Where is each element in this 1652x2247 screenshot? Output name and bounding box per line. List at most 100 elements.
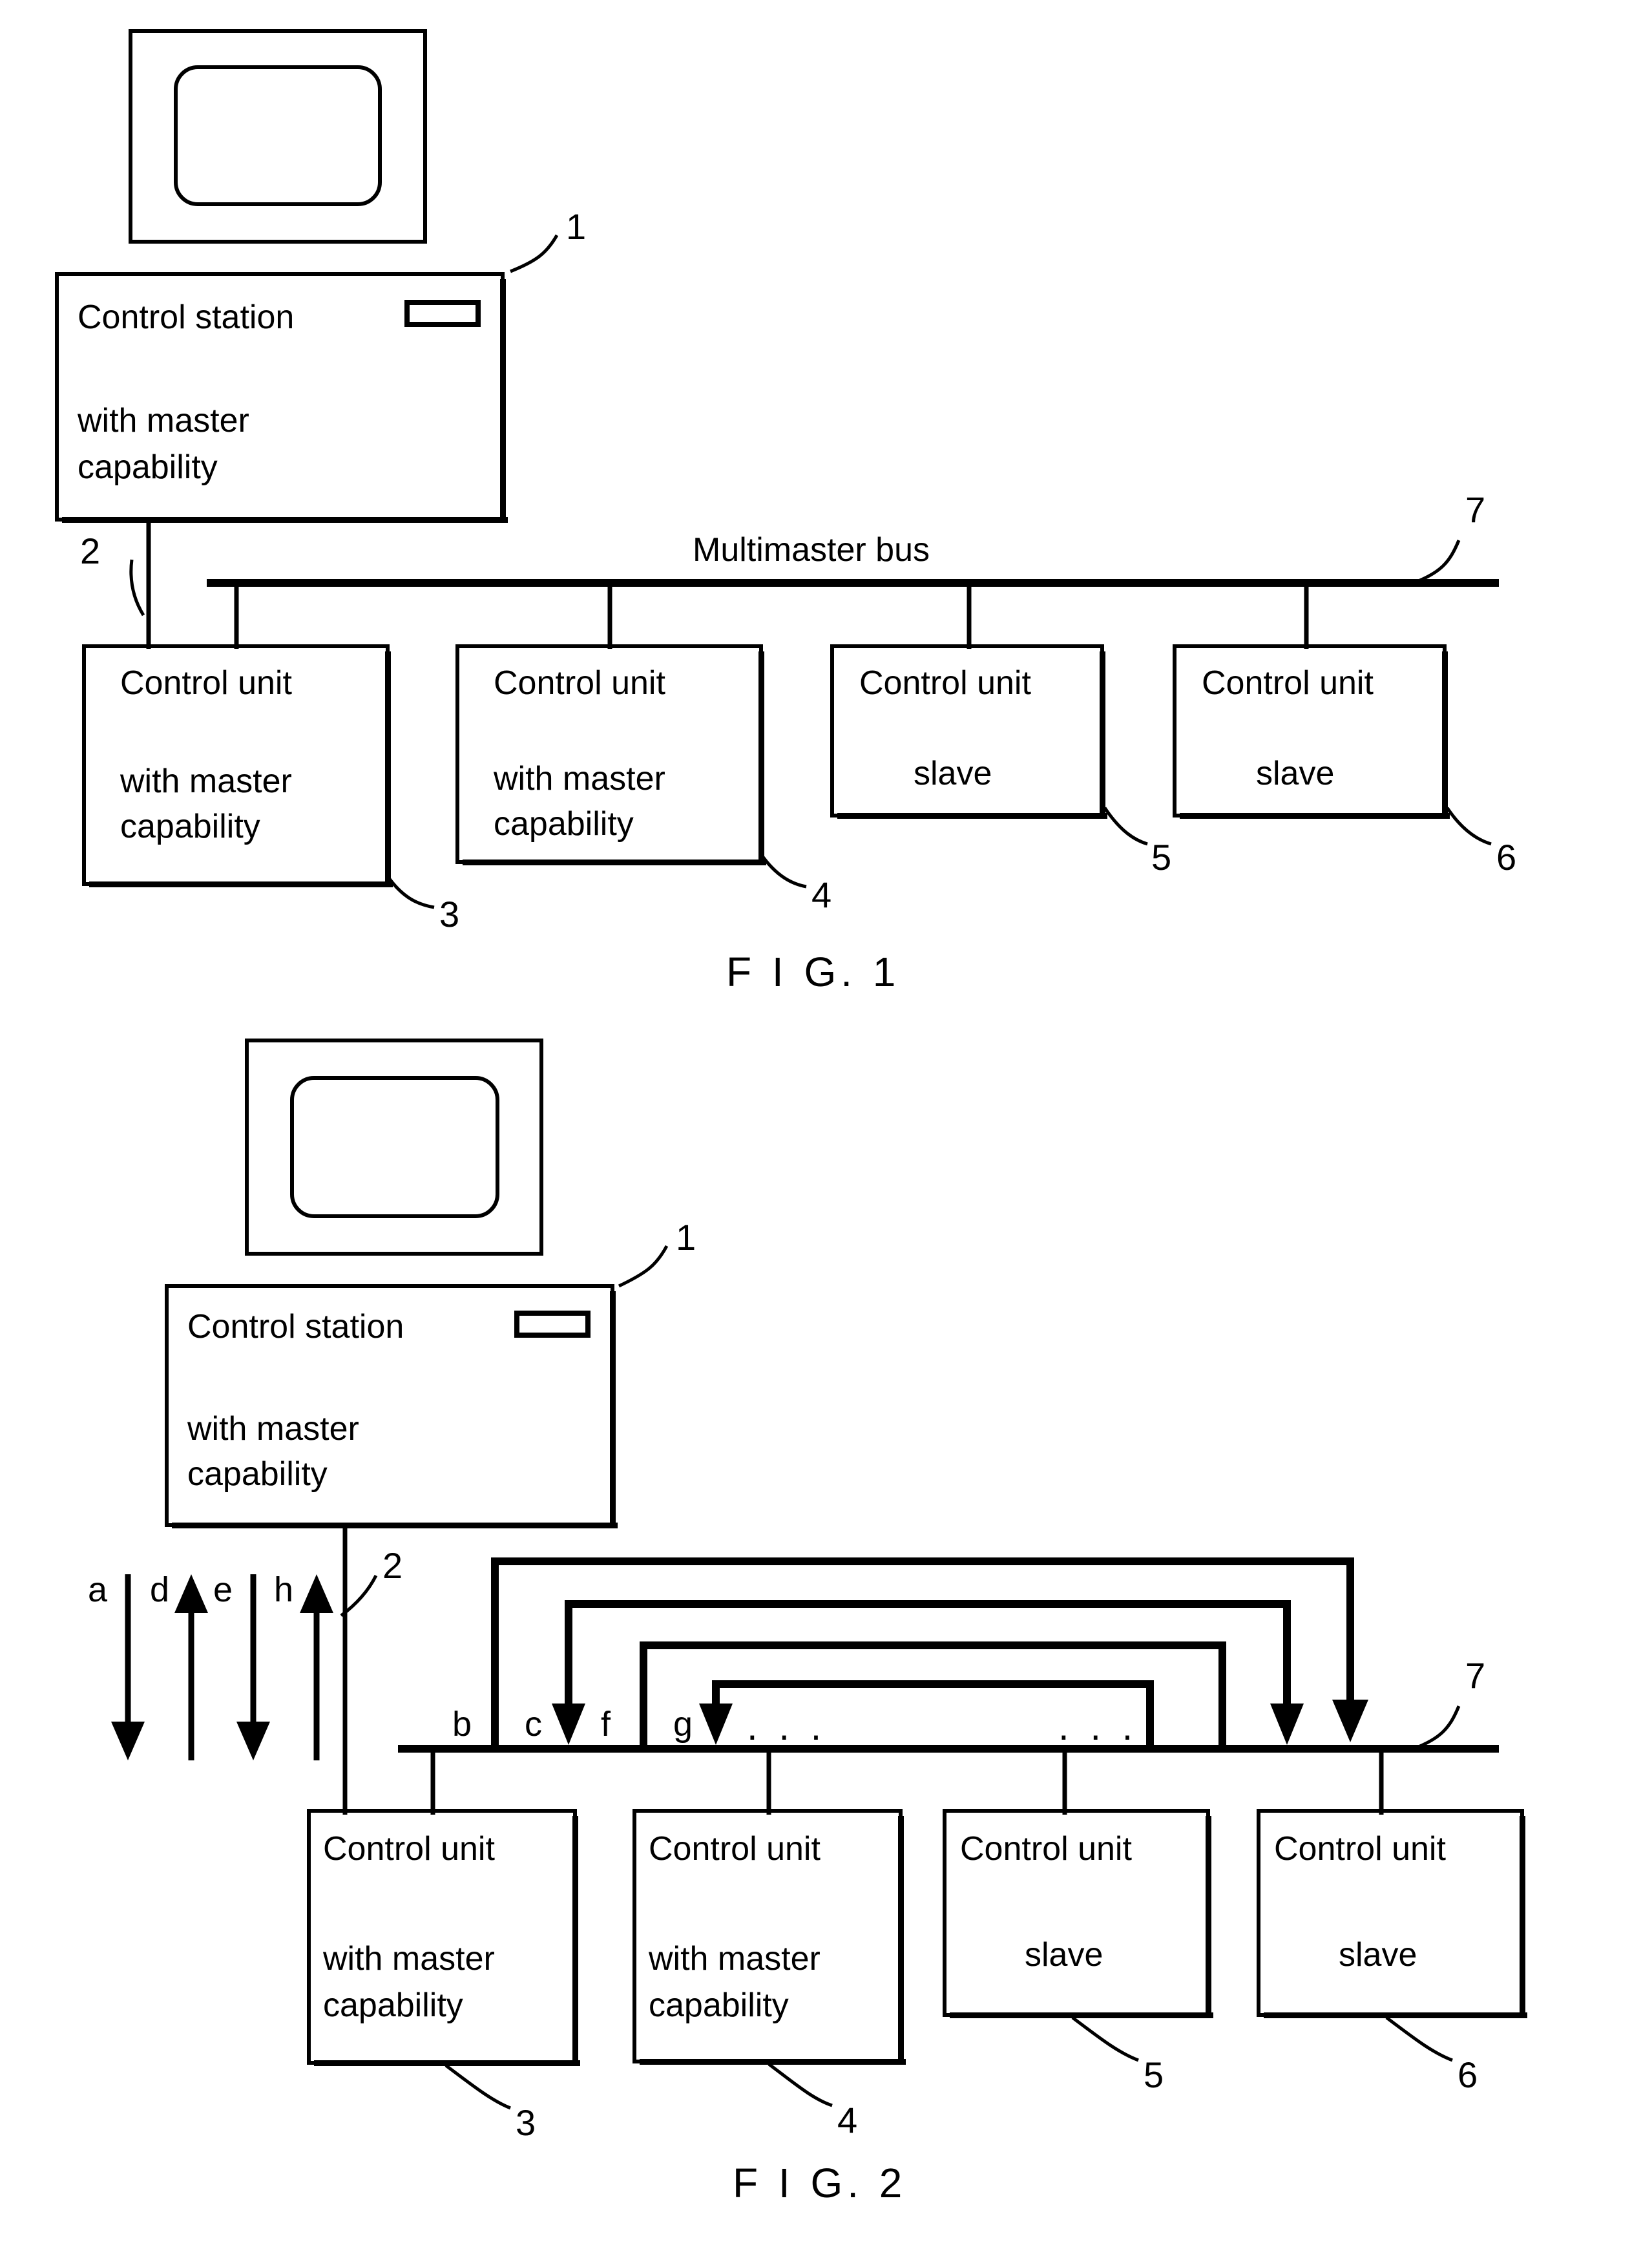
control-unit-line1: with master [648,1940,821,1978]
fig2-bracket-flows: b c f g . . . . . . [452,1557,1368,1749]
control-unit-box-shadow-right [1100,651,1105,819]
ref-3-leader [386,875,435,909]
flow-label-b: b [452,1705,472,1744]
control-unit-title: Control unit [649,1830,821,1868]
ref-4-leader [759,853,807,889]
ref-7-leader [1413,540,1461,585]
fig1-control-unit-5: Control unit slave 5 [830,644,1171,878]
bracket-loop-2-path [565,1600,1291,1706]
ref-6-leader [1445,807,1492,846]
bracket-loop-2-arrow-head-right [1270,1704,1304,1745]
fig2-control-unit-5: Control unit slave 5 [943,1809,1213,2095]
figure-2-group: Control station with master capability 1… [88,1039,1527,2206]
flow-arrow-h: h [274,1570,333,1760]
control-unit-box-shadow [950,2012,1213,2018]
ref-number-5: 5 [1151,837,1171,878]
bracket-loop-2-arrow-head-left [552,1704,585,1745]
control-unit-box-shadow-right [1520,1816,1525,2018]
control-unit-line1: slave [1025,1936,1103,1974]
ref-2-leader [129,559,145,617]
ref-1-leader [510,234,559,273]
ref-number-4: 4 [837,2100,857,2140]
control-unit-title: Control unit [494,664,665,702]
patent-drawing-canvas: Control station with master capability 1… [55,29,1527,2206]
monitor-screen [174,65,382,206]
fig2-left-flow-arrows: a d e h [88,1570,333,1760]
control-unit-box-shadow-right [385,651,391,887]
control-unit-box-shadow-right [572,1816,578,2066]
control-station-box-shadow-right [610,1291,616,1528]
control-unit-box-shadow-right [898,1816,904,2065]
fig1-control-unit-6: Control unit slave 6 [1173,644,1516,878]
figure-1-group: Control station with master capability 1… [55,29,1516,995]
ref-number-3: 3 [516,2102,536,2143]
control-unit-box-shadow [89,881,393,887]
ref-6-leader [1385,2016,1453,2062]
flow-arrow-a-head [111,1722,145,1760]
flow-arrow-d-head [174,1574,208,1613]
ref-number-4: 4 [811,874,831,915]
disk-slot-icon [514,1311,591,1338]
fig2-control-station: Control station with master capability 1 [165,1217,696,1528]
monitor-screen [290,1076,499,1218]
control-unit-title: Control unit [323,1830,495,1868]
flow-arrow-e: e [213,1570,270,1760]
control-unit-title: Control unit [1202,664,1374,702]
control-unit-line1: with master [322,1940,495,1978]
control-station-box-shadow [172,1523,618,1528]
bracket-loop-1: b [452,1557,1368,1749]
fig2-control-unit-4: Control unit with master capability 4 [633,1809,906,2140]
ref-number-2: 2 [382,1545,403,1586]
ref-5-leader [1103,807,1148,846]
ref-number-1: 1 [566,206,586,247]
ref-number-7: 7 [1465,1655,1485,1696]
ellipsis-right: . . . [1058,1705,1138,1748]
control-unit-line2: capability [120,808,260,845]
control-unit-title: Control unit [960,1830,1132,1868]
fig1-control-unit-3: Control unit with master capability 3 [82,644,459,934]
bracket-loop-4-arrow-head [699,1704,733,1745]
control-unit-line2: capability [649,1987,789,2024]
control-unit-line1: with master [493,760,665,797]
bracket-loop-1-arrow-head [1332,1700,1368,1742]
ref-number-5: 5 [1144,2054,1164,2095]
flow-label-g: g [673,1705,693,1744]
ref-number-6: 6 [1458,2054,1478,2095]
control-unit-line1: slave [1256,755,1334,792]
ref-4-leader [768,2063,833,2107]
disk-slot-icon [404,300,481,327]
control-station-line2: capability [187,1455,328,1493]
control-unit-box-shadow [463,860,766,865]
ref-7-leader [1413,1705,1461,1751]
control-station-title: Control station [187,1308,404,1345]
ref-1-leader [618,1245,669,1288]
fig1-monitor [129,29,427,244]
control-unit-box-shadow [1180,813,1450,819]
ref-5-leader [1071,2016,1139,2062]
control-unit-line1: slave [1339,1936,1417,1974]
flow-label-c: c [525,1705,542,1744]
flow-label-f: f [601,1705,611,1744]
control-unit-line1: with master [120,763,292,800]
control-station-title: Control station [78,299,294,336]
flow-label-a: a [88,1570,108,1609]
control-unit-box-shadow-right [1206,1816,1211,2018]
control-unit-box-shadow [640,2059,906,2065]
control-station-box-shadow-right [500,279,506,523]
patent-figure-sheet: Control station with master capability 1… [0,0,1652,2247]
flow-arrow-h-head [300,1574,333,1613]
flow-arrow-e-head [236,1722,270,1760]
ref-3-leader [444,2064,511,2110]
control-unit-line2: capability [494,805,634,843]
fig2-station-drop: 2 [340,1525,403,1815]
control-station-line1: with master [77,402,249,439]
fig1-bus: Multimaster bus 7 [207,489,1499,587]
control-station-line1: with master [187,1410,359,1448]
multimaster-bus-label: Multimaster bus [693,531,930,569]
control-unit-box-shadow-right [758,651,764,865]
control-unit-line1: slave [914,755,992,792]
figure-1-caption: F I G. 1 [726,949,900,995]
fig2-control-unit-6: Control unit slave 6 [1257,1809,1527,2095]
ref-number-6: 6 [1496,837,1516,878]
fig1-control-station: Control station with master capability 1 [55,206,586,523]
